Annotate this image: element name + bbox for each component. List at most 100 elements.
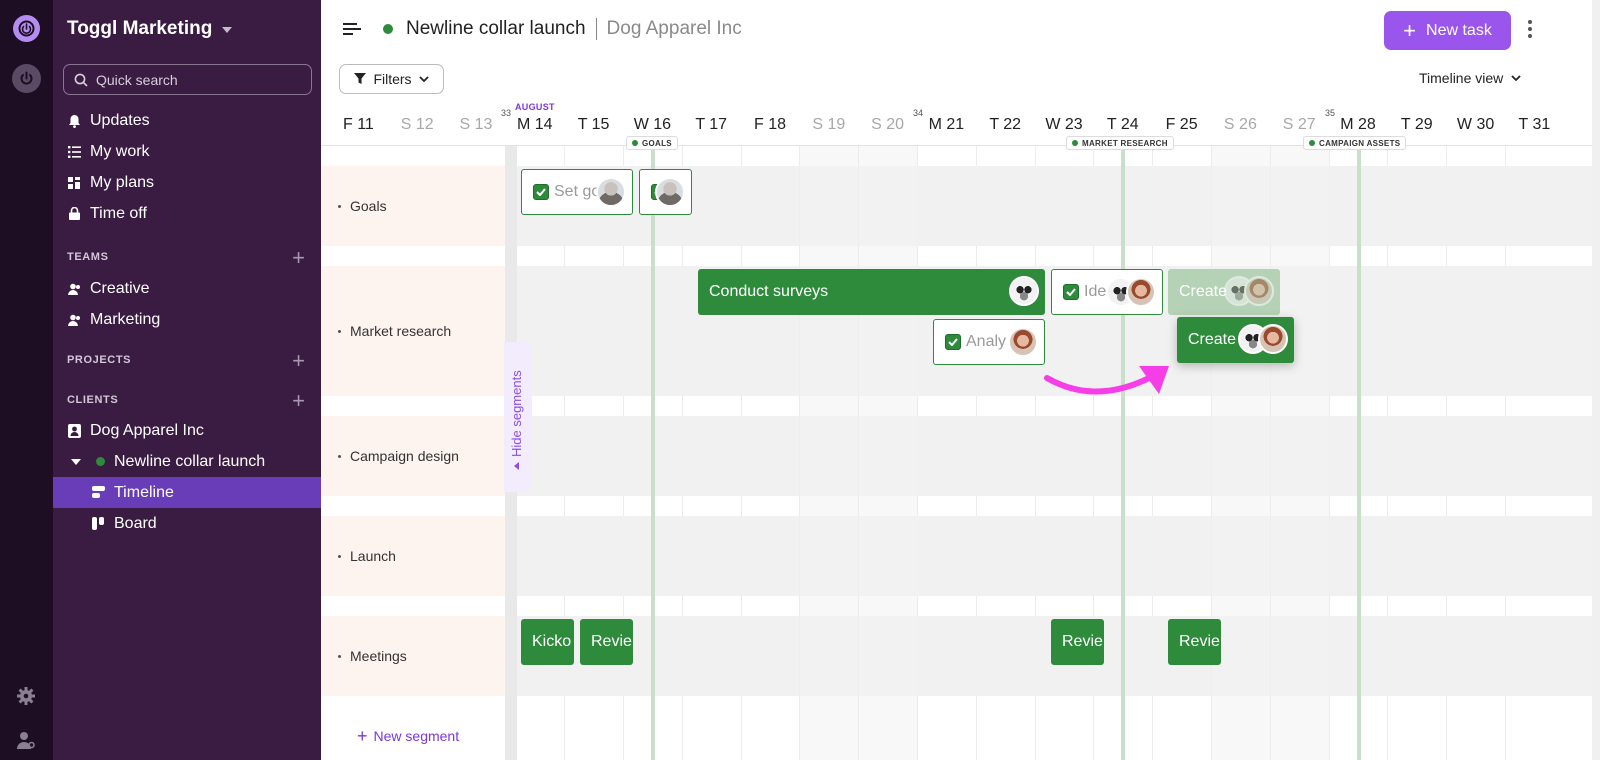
timeline-view-dropdown[interactable]: Timeline view bbox=[1419, 70, 1521, 86]
milestone-goals[interactable]: GOALS bbox=[626, 136, 678, 150]
task-analyze[interactable]: Analy bbox=[933, 319, 1045, 365]
avatar bbox=[1009, 276, 1039, 306]
task-title: Revie bbox=[1179, 633, 1220, 650]
add-client-icon[interactable]: + bbox=[292, 390, 305, 412]
day-header: W 16 bbox=[633, 116, 672, 133]
milestone-campaign-assets[interactable]: CAMPAIGN ASSETS bbox=[1303, 136, 1407, 150]
task-title: Revie bbox=[591, 633, 632, 650]
project-label: Newline collar launch bbox=[114, 452, 266, 470]
team-label: Creative bbox=[90, 279, 150, 297]
add-project-icon[interactable]: + bbox=[292, 350, 305, 372]
project-status-dot bbox=[96, 457, 105, 466]
task-create-dragging[interactable]: Create bbox=[1177, 317, 1294, 363]
timeline-icon bbox=[91, 486, 105, 499]
app-rail bbox=[0, 0, 53, 760]
workspace-name: Toggl Marketing bbox=[67, 18, 213, 39]
power-icon[interactable] bbox=[12, 64, 41, 93]
client-title[interactable]: Dog Apparel Inc bbox=[607, 18, 742, 40]
team-marketing[interactable]: Marketing bbox=[53, 304, 321, 335]
task-conduct-surveys[interactable]: Conduct surveys bbox=[698, 269, 1045, 315]
more-options-icon[interactable] bbox=[1528, 20, 1532, 38]
segment-campaign-design[interactable]: Campaign design bbox=[321, 416, 505, 496]
task-set-goals[interactable]: Set go bbox=[521, 169, 633, 215]
collapse-menu-icon[interactable] bbox=[343, 22, 361, 41]
checkbox-checked-icon[interactable] bbox=[533, 184, 549, 200]
hide-segments-tab[interactable]: Hide segments bbox=[504, 342, 532, 492]
day-header: M 21 bbox=[928, 116, 965, 133]
task-review[interactable]: Revie bbox=[580, 619, 633, 665]
projects-header: PROJECTS bbox=[67, 354, 132, 366]
vertical-scrollbar[interactable] bbox=[1592, 0, 1600, 760]
weekend-column bbox=[799, 146, 859, 760]
view-label: Timeline bbox=[114, 483, 174, 501]
day-header: T 15 bbox=[577, 116, 610, 133]
view-board[interactable]: Board bbox=[53, 508, 321, 539]
segment-market-research[interactable]: Market research bbox=[321, 266, 505, 396]
nav-my-work[interactable]: My work bbox=[53, 136, 321, 167]
task-identify[interactable]: Ide bbox=[1051, 269, 1163, 315]
new-segment-button[interactable]: + New segment bbox=[357, 727, 460, 745]
avatar bbox=[1126, 277, 1156, 307]
milestone-label: MARKET RESEARCH bbox=[1082, 138, 1168, 148]
filter-funnel-icon bbox=[354, 73, 367, 84]
new-task-label: New task bbox=[1426, 21, 1492, 39]
segment-launch[interactable]: Launch bbox=[321, 516, 505, 596]
milestone-line-campaign-assets bbox=[1357, 146, 1361, 760]
task-title: Ide bbox=[1084, 283, 1107, 300]
segment-label: Goals bbox=[350, 198, 387, 214]
segment-meetings[interactable]: Meetings bbox=[321, 616, 505, 696]
task-title: Conduct surveys bbox=[709, 283, 829, 300]
caret-down-icon bbox=[71, 458, 81, 465]
task-review[interactable]: Revie bbox=[1051, 619, 1104, 665]
checkbox-checked-icon[interactable] bbox=[945, 334, 961, 350]
new-segment-label: New segment bbox=[373, 728, 460, 744]
nav-label: Time off bbox=[90, 204, 147, 222]
chevron-down-icon bbox=[1511, 74, 1521, 81]
avatar bbox=[1008, 327, 1038, 357]
task-title: Create bbox=[1179, 283, 1228, 300]
nav-label: My plans bbox=[90, 173, 155, 191]
weekend-column bbox=[1211, 146, 1270, 760]
view-timeline[interactable]: Timeline bbox=[53, 477, 321, 508]
toggl-logo-icon[interactable] bbox=[13, 15, 40, 42]
segment-row-bg bbox=[507, 416, 1592, 496]
team-label: Marketing bbox=[90, 310, 161, 328]
project-title[interactable]: Newline collar launch bbox=[406, 18, 586, 40]
day-header: S 20 bbox=[871, 116, 905, 133]
profile-icon[interactable] bbox=[16, 730, 36, 755]
add-team-icon[interactable]: + bbox=[292, 247, 305, 269]
task-title: Revie bbox=[1062, 633, 1103, 650]
task-goals-2[interactable] bbox=[639, 169, 692, 215]
task-review[interactable]: Revie bbox=[1168, 619, 1221, 665]
segment-goals[interactable]: Goals bbox=[321, 166, 505, 246]
segment-label: Meetings bbox=[350, 648, 407, 664]
project-newline-collar[interactable]: Newline collar launch bbox=[53, 446, 321, 477]
day-header: F 11 bbox=[342, 116, 374, 133]
workspace-switcher[interactable]: Toggl Marketing bbox=[67, 18, 233, 40]
nav-my-plans[interactable]: My plans bbox=[53, 167, 321, 198]
filters-label: Filters bbox=[373, 71, 412, 87]
day-header: T 24 bbox=[1106, 116, 1139, 133]
new-task-button[interactable]: + New task bbox=[1384, 11, 1511, 50]
task-kickoff[interactable]: Kicko bbox=[521, 619, 574, 665]
month-label: AUGUST bbox=[515, 102, 555, 112]
client-dog-apparel[interactable]: Dog Apparel Inc bbox=[53, 415, 321, 446]
milestone-label: CAMPAIGN ASSETS bbox=[1319, 138, 1401, 148]
quick-search[interactable] bbox=[63, 64, 312, 95]
nav-time-off[interactable]: Time off bbox=[53, 198, 321, 229]
filters-button[interactable]: Filters bbox=[339, 64, 444, 94]
day-header: S 13 bbox=[459, 116, 493, 133]
team-creative[interactable]: Creative bbox=[53, 273, 321, 304]
nav-updates[interactable]: Updates bbox=[53, 105, 321, 136]
settings-gear-icon[interactable] bbox=[16, 686, 36, 711]
milestone-line-market-research bbox=[1121, 146, 1125, 760]
segment-label: Market research bbox=[350, 323, 452, 339]
week-number: 33 bbox=[501, 108, 512, 118]
nav-label: Updates bbox=[90, 111, 150, 129]
milestone-market-research[interactable]: MARKET RESEARCH bbox=[1066, 136, 1174, 150]
collapse-left-icon bbox=[514, 462, 519, 470]
avatar bbox=[1258, 324, 1288, 354]
checkbox-checked-icon[interactable] bbox=[1063, 284, 1079, 300]
search-input[interactable] bbox=[96, 71, 296, 88]
task-title: Kicko bbox=[532, 633, 572, 650]
